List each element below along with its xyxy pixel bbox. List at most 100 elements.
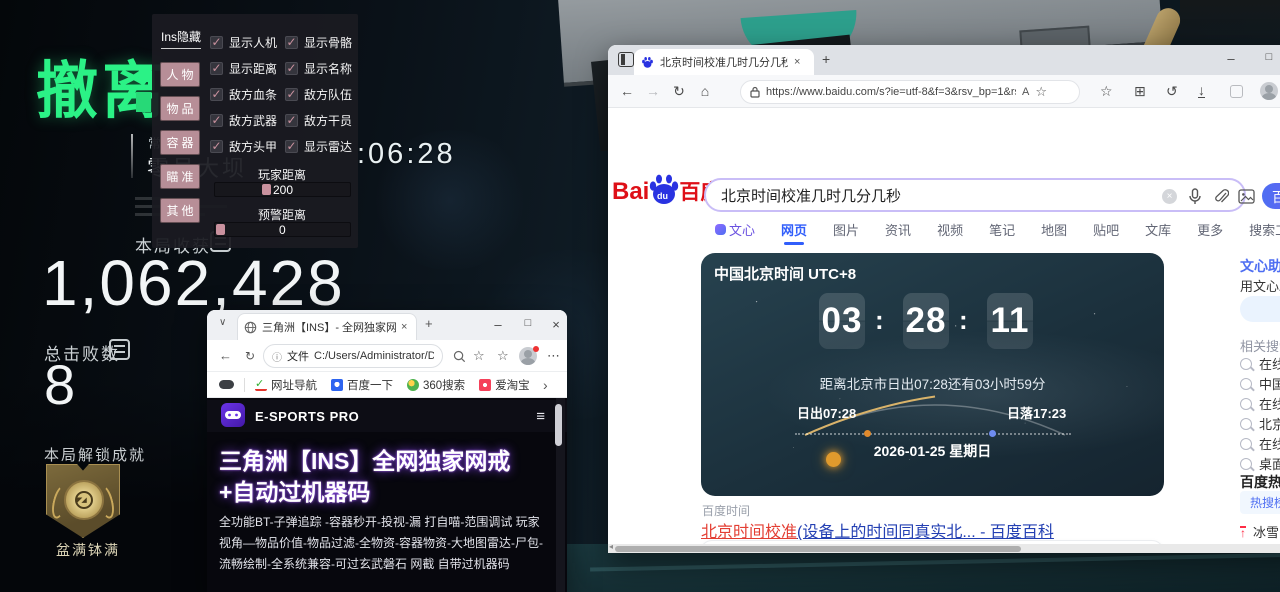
tab-containers[interactable]: 容器 xyxy=(160,130,200,155)
checkbox-enemy-operator[interactable]: ✓敌方干员 xyxy=(285,112,352,129)
scroll-left-icon[interactable]: ◂ xyxy=(609,542,613,551)
tab-web[interactable]: 网页 xyxy=(781,220,807,239)
tab-wenku[interactable]: 文库 xyxy=(1145,220,1171,239)
attachment-icon[interactable] xyxy=(1214,189,1229,205)
tab-wenxin[interactable]: 文心 xyxy=(715,220,755,239)
browser-tab[interactable]: 三角洲【INS】- 全网独家网戒+自 × xyxy=(237,313,417,340)
player-distance-slider[interactable]: 200 xyxy=(214,182,351,197)
profile-avatar[interactable] xyxy=(1260,82,1278,100)
close-window-icon[interactable]: × xyxy=(543,317,569,332)
collections-icon[interactable]: ⊞ xyxy=(1134,83,1146,100)
tab-items[interactable]: 物品 xyxy=(160,96,200,121)
read-aloud-icon[interactable]: A xyxy=(1022,86,1029,98)
checkbox-show-distance[interactable]: ✓显示距离 xyxy=(210,60,277,77)
related-search-item[interactable]: 中国标 xyxy=(1240,374,1280,393)
checkbox-enemy-armor[interactable]: ✓敌方头甲 xyxy=(210,138,277,155)
tab-notes[interactable]: 笔记 xyxy=(989,220,1015,239)
related-search-item[interactable]: 在线时 xyxy=(1240,354,1280,373)
tab-actions-icon[interactable] xyxy=(618,52,634,67)
search-box[interactable]: 北京时间校准几时几分几秒 × 百度一下 xyxy=(704,178,1246,212)
checkbox-show-bones[interactable]: ✓显示骨骼 xyxy=(285,34,352,51)
tab-more[interactable]: 更多 xyxy=(1197,220,1223,239)
tab-tieba[interactable]: 贴吧 xyxy=(1093,220,1119,239)
result-title-link[interactable]: 北京时间校准(设备上的时间同真实北... - 百度百科 xyxy=(701,518,1054,542)
tab-characters[interactable]: 人物 xyxy=(160,62,200,87)
tab-maps[interactable]: 地图 xyxy=(1041,220,1067,239)
add-favorite-icon[interactable]: ☆ xyxy=(1035,84,1047,100)
tab-search-tools[interactable]: 搜索工具 xyxy=(1249,220,1280,239)
maximize-icon[interactable]: □ xyxy=(1256,51,1280,63)
minimize-icon[interactable]: – xyxy=(485,317,511,332)
back-icon[interactable]: ← xyxy=(614,83,640,99)
image-search-icon[interactable] xyxy=(1238,189,1255,204)
extension-capsule-icon[interactable] xyxy=(219,380,234,389)
sidebar-app-icon[interactable] xyxy=(1230,85,1243,98)
maximize-icon[interactable]: □ xyxy=(515,317,541,329)
favorites-bar-icon[interactable]: ☆ xyxy=(497,348,509,364)
refresh-icon[interactable]: ↻ xyxy=(245,349,255,363)
bookmark-aitaobao[interactable]: 爱淘宝 xyxy=(479,377,530,393)
bookmark-360[interactable]: 360搜索 xyxy=(407,377,465,393)
refresh-icon[interactable]: ↻ xyxy=(666,83,692,100)
mic-icon[interactable] xyxy=(1188,188,1202,206)
new-tab-icon[interactable]: + xyxy=(425,316,433,331)
address-bar[interactable]: ⓘ 文件 C:/Users/Administrator/Des... xyxy=(263,344,443,368)
baidu-search-button[interactable]: 百度一下 xyxy=(1262,183,1280,209)
slider-thumb[interactable] xyxy=(262,184,271,195)
hamburger-menu-icon[interactable]: ≡ xyxy=(536,408,545,425)
checkbox-enemy-health[interactable]: ✓敌方血条 xyxy=(210,86,277,103)
tab-title: 三角洲【INS】- 全网独家网戒+自 xyxy=(262,319,396,335)
player-distance-label: 玩家距离 xyxy=(210,166,354,183)
check-icon: ✓ xyxy=(285,114,298,127)
hot-pinned-item[interactable]: ↑冰雪 xyxy=(1240,522,1279,541)
checkbox-show-radar[interactable]: ✓显示雷达 xyxy=(285,138,352,155)
kills-list-icon[interactable] xyxy=(109,339,130,360)
related-search-item[interactable]: 北京时 xyxy=(1240,414,1280,433)
new-tab-icon[interactable]: + xyxy=(822,51,830,67)
downloads-icon[interactable]: ↓ xyxy=(1198,84,1205,98)
bookmark-baidu[interactable]: 百度一下 xyxy=(331,377,393,393)
hot-search-tab[interactable]: 热搜榜 xyxy=(1240,491,1280,514)
tab-strip: 北京时间校准几时几分几秒_百度 × + – □ xyxy=(608,45,1280,75)
more-icon[interactable]: ⋯ xyxy=(547,348,560,364)
page-scrollbar[interactable] xyxy=(556,398,565,592)
horizontal-scrollbar[interactable]: ◂ xyxy=(608,544,1280,553)
related-search-item[interactable]: 桌面时 xyxy=(1240,454,1280,473)
bookmarks-overflow-icon[interactable]: › xyxy=(543,377,548,393)
home-icon[interactable]: ⌂ xyxy=(692,83,718,99)
zoom-icon[interactable] xyxy=(453,350,466,363)
tab-other[interactable]: 其他 xyxy=(160,198,200,223)
info-icon[interactable]: ⓘ xyxy=(272,349,282,364)
check-icon: ✓ xyxy=(285,88,298,101)
slider-thumb[interactable] xyxy=(216,224,225,235)
checkbox-show-names[interactable]: ✓显示名称 xyxy=(285,60,352,77)
favorite-star-icon[interactable]: ☆ xyxy=(473,348,485,364)
related-search-item[interactable]: 在线网 xyxy=(1240,434,1280,453)
hot-search-label: 百度热搜 xyxy=(1240,472,1280,492)
minimize-icon[interactable]: – xyxy=(1218,51,1244,66)
tab-search-chevron-icon[interactable]: ∨ xyxy=(219,317,226,328)
tab-images[interactable]: 图片 xyxy=(833,220,859,239)
tab-aim[interactable]: 瞄准 xyxy=(160,164,200,189)
wenxin-assistant-button[interactable] xyxy=(1240,296,1280,322)
browser-tab[interactable]: 北京时间校准几时几分几秒_百度 × xyxy=(634,49,814,75)
related-search-label: 相关搜索 xyxy=(1240,336,1280,355)
back-icon[interactable]: ← xyxy=(219,348,232,363)
scrollbar-thumb[interactable] xyxy=(555,404,562,446)
bookmark-hao123[interactable]: ✓ 网址导航 xyxy=(255,377,317,393)
history-icon[interactable]: ↺ xyxy=(1166,83,1178,100)
checkbox-enemy-team[interactable]: ✓敌方队伍 xyxy=(285,86,352,103)
checkbox-show-bots[interactable]: ✓显示人机 xyxy=(210,34,277,51)
close-tab-icon[interactable]: × xyxy=(401,321,407,333)
checkbox-enemy-weapon[interactable]: ✓敌方武器 xyxy=(210,112,277,129)
related-search-item[interactable]: 在线实 xyxy=(1240,394,1280,413)
forward-icon[interactable]: → xyxy=(640,83,666,99)
clear-icon[interactable]: × xyxy=(1162,189,1177,204)
address-bar[interactable]: https://www.baidu.com/s?ie=utf-8&f=3&rsv… xyxy=(740,80,1080,104)
tab-news[interactable]: 资讯 xyxy=(885,220,911,239)
close-tab-icon[interactable]: × xyxy=(794,56,800,68)
warning-distance-slider[interactable]: 0 xyxy=(214,222,351,237)
scrollbar-thumb[interactable] xyxy=(615,546,1021,552)
favorites-bar-icon[interactable]: ☆ xyxy=(1100,83,1113,100)
tab-video[interactable]: 视频 xyxy=(937,220,963,239)
